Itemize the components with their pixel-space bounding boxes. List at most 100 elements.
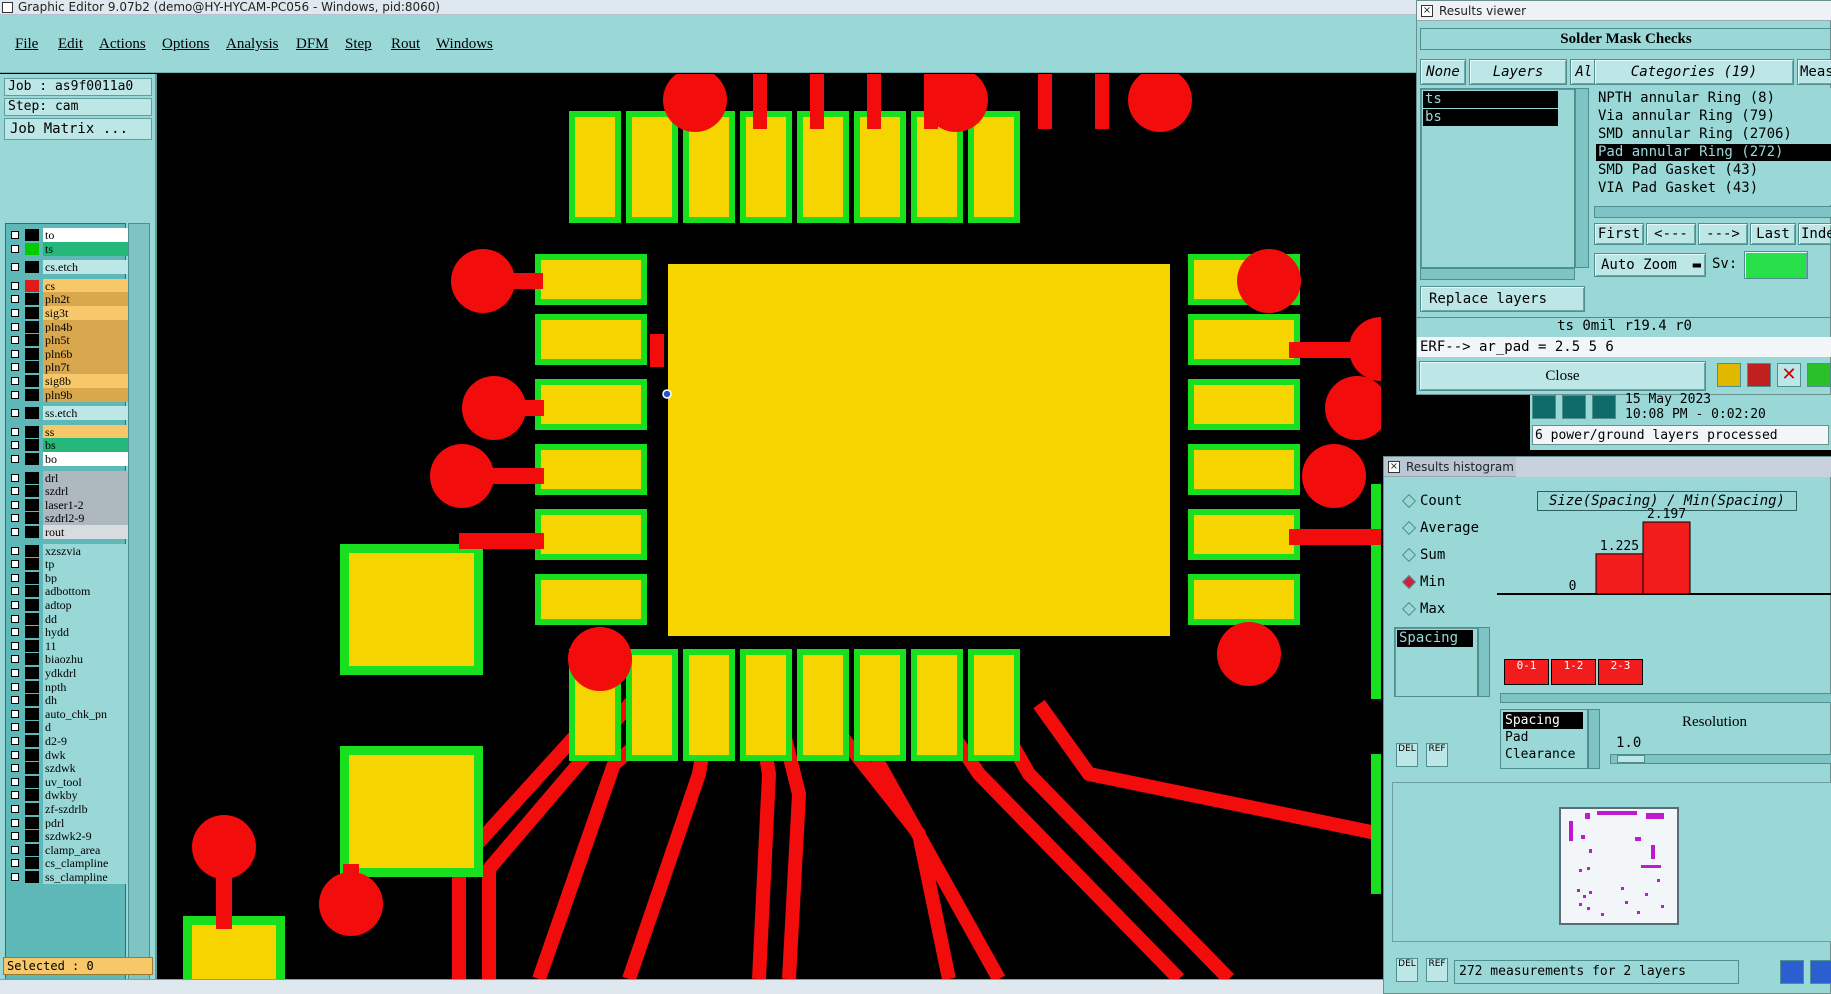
layer-color-swatch[interactable] xyxy=(25,626,39,639)
highlight-icon[interactable] xyxy=(1717,363,1741,387)
layer-row-ss_clampline[interactable]: ss_clampline xyxy=(8,870,131,884)
layers-listbox[interactable]: ts bs xyxy=(1420,88,1575,268)
layer-color-swatch[interactable] xyxy=(25,775,39,788)
layer-color-swatch[interactable] xyxy=(25,261,39,274)
layer-color-swatch[interactable] xyxy=(25,307,39,319)
layer-name[interactable]: cs.etch xyxy=(43,260,131,275)
layer-color-swatch[interactable] xyxy=(25,667,39,679)
layer-item-ts[interactable]: ts xyxy=(1423,91,1558,108)
category-item-selected[interactable]: Pad annular Ring (272) xyxy=(1596,144,1831,161)
layer-row-szdwk2-9[interactable]: szdwk2-9 xyxy=(8,829,131,844)
measure-scrollbar[interactable] xyxy=(1478,627,1490,697)
menu-edit[interactable]: Edit xyxy=(58,36,83,53)
layer-row-pln7t[interactable]: pln7t xyxy=(8,360,131,375)
layer-color-swatch[interactable] xyxy=(25,526,39,538)
layer-name[interactable]: zf-szdrlb xyxy=(43,802,131,816)
layer-row-11[interactable]: 11 xyxy=(8,638,131,653)
layer-color-swatch[interactable] xyxy=(25,843,39,856)
layer-name[interactable]: tp xyxy=(43,557,131,572)
layer-name[interactable]: ss xyxy=(43,424,131,439)
layer-color-swatch[interactable] xyxy=(25,721,39,734)
layer-color-swatch[interactable] xyxy=(25,334,39,347)
layer-color-swatch[interactable] xyxy=(25,762,39,775)
layer-color-swatch[interactable] xyxy=(25,375,39,387)
layer-name[interactable]: sig8b xyxy=(43,374,131,388)
layer-checkbox[interactable] xyxy=(11,546,19,555)
layer-checkbox[interactable] xyxy=(11,750,19,759)
spacing-option[interactable]: Spacing xyxy=(1503,712,1583,729)
run-icon[interactable] xyxy=(1592,395,1616,419)
delete-icon[interactable]: DEL xyxy=(1396,958,1418,982)
categories-hscrollbar[interactable] xyxy=(1594,206,1831,218)
layer-color-swatch[interactable] xyxy=(25,857,39,870)
next-button[interactable]: ---> xyxy=(1698,223,1748,245)
layer-name[interactable]: laser1-2 xyxy=(43,497,131,512)
histogram-titlebar[interactable]: × Results histogram xyxy=(1384,457,1516,477)
layer-list-scrollbar[interactable] xyxy=(128,223,150,994)
radio-max[interactable]: Max xyxy=(1401,601,1445,617)
histogram-bar[interactable] xyxy=(1642,521,1691,595)
close-icon[interactable]: × xyxy=(1388,461,1400,473)
layer-name[interactable]: pln7t xyxy=(43,360,131,375)
layer-row-uv_tool[interactable]: uv_tool xyxy=(8,774,131,789)
delete-icon[interactable]: DEL xyxy=(1396,743,1418,767)
layer-checkbox[interactable] xyxy=(11,655,19,664)
histogram-bar[interactable] xyxy=(1595,553,1644,595)
layer-color-swatch[interactable] xyxy=(25,816,39,829)
run-icon[interactable] xyxy=(1532,395,1556,419)
prev-button[interactable]: <--- xyxy=(1646,223,1696,245)
run-icon[interactable] xyxy=(1562,395,1586,419)
layer-row-pln9b[interactable]: pln9b xyxy=(8,387,131,402)
layer-name[interactable]: clamp_area xyxy=(43,842,131,857)
layer-name[interactable]: biaozhu xyxy=(43,652,131,667)
menu-dfm[interactable]: DFM xyxy=(296,36,329,53)
layer-checkbox[interactable] xyxy=(11,309,19,317)
layer-name[interactable]: dwkby xyxy=(43,788,131,803)
layer-row-sig8b[interactable]: sig8b xyxy=(8,374,131,388)
layer-row-ydkdrl[interactable]: ydkdrl xyxy=(8,666,131,680)
layer-name[interactable]: szdwk xyxy=(43,761,131,776)
layer-row-bo[interactable]: bo xyxy=(8,452,131,466)
menu-step[interactable]: Step xyxy=(345,36,372,53)
layer-name[interactable]: auto_chk_pn xyxy=(43,706,131,721)
layer-color-swatch[interactable] xyxy=(25,320,39,333)
layer-checkbox[interactable] xyxy=(11,528,19,536)
category-item[interactable]: Via annular Ring (79) xyxy=(1596,108,1831,125)
layers-button[interactable]: Layers xyxy=(1469,59,1567,85)
layers-scrollbar[interactable] xyxy=(1575,88,1589,268)
layer-checkbox[interactable] xyxy=(11,573,19,582)
layer-checkbox[interactable] xyxy=(11,696,19,705)
menu-windows[interactable]: Windows xyxy=(436,36,493,53)
layer-row-auto_chk_pn[interactable]: auto_chk_pn xyxy=(8,706,131,721)
layer-name[interactable]: adtop xyxy=(43,598,131,612)
layer-color-swatch[interactable] xyxy=(25,293,39,306)
layer-color-swatch[interactable] xyxy=(25,830,39,843)
layer-row-pdrl[interactable]: pdrl xyxy=(8,815,131,830)
layer-checkbox[interactable] xyxy=(11,363,19,372)
category-item[interactable]: SMD annular Ring (2706) xyxy=(1596,126,1831,143)
layer-checkbox[interactable] xyxy=(11,390,19,399)
layer-row-tp[interactable]: tp xyxy=(8,557,131,572)
layer-checkbox[interactable] xyxy=(11,859,19,868)
layer-row-to[interactable]: to xyxy=(8,228,131,242)
layer-color-swatch[interactable] xyxy=(25,439,39,452)
layer-name[interactable]: pln6b xyxy=(43,346,131,361)
layer-name[interactable]: npth xyxy=(43,679,131,694)
layer-checkbox[interactable] xyxy=(11,377,19,385)
layer-name[interactable]: sig3t xyxy=(43,306,131,320)
radio-average[interactable]: Average xyxy=(1401,520,1479,536)
layer-color-swatch[interactable] xyxy=(25,789,39,802)
layer-checkbox[interactable] xyxy=(11,669,19,677)
layer-checkbox[interactable] xyxy=(11,777,19,786)
report-icon[interactable] xyxy=(1810,960,1831,984)
layer-row-dwk[interactable]: dwk xyxy=(8,747,131,762)
layer-row-adtop[interactable]: adtop xyxy=(8,598,131,612)
layer-name[interactable]: to xyxy=(43,228,131,242)
layer-color-swatch[interactable] xyxy=(25,803,39,815)
layer-name[interactable]: bs xyxy=(43,438,131,453)
layer-name[interactable]: cs xyxy=(43,278,131,293)
layer-checkbox[interactable] xyxy=(11,473,19,482)
layer-row-clamp_area[interactable]: clamp_area xyxy=(8,842,131,857)
layer-color-swatch[interactable] xyxy=(25,694,39,707)
layer-color-swatch[interactable] xyxy=(25,407,39,420)
